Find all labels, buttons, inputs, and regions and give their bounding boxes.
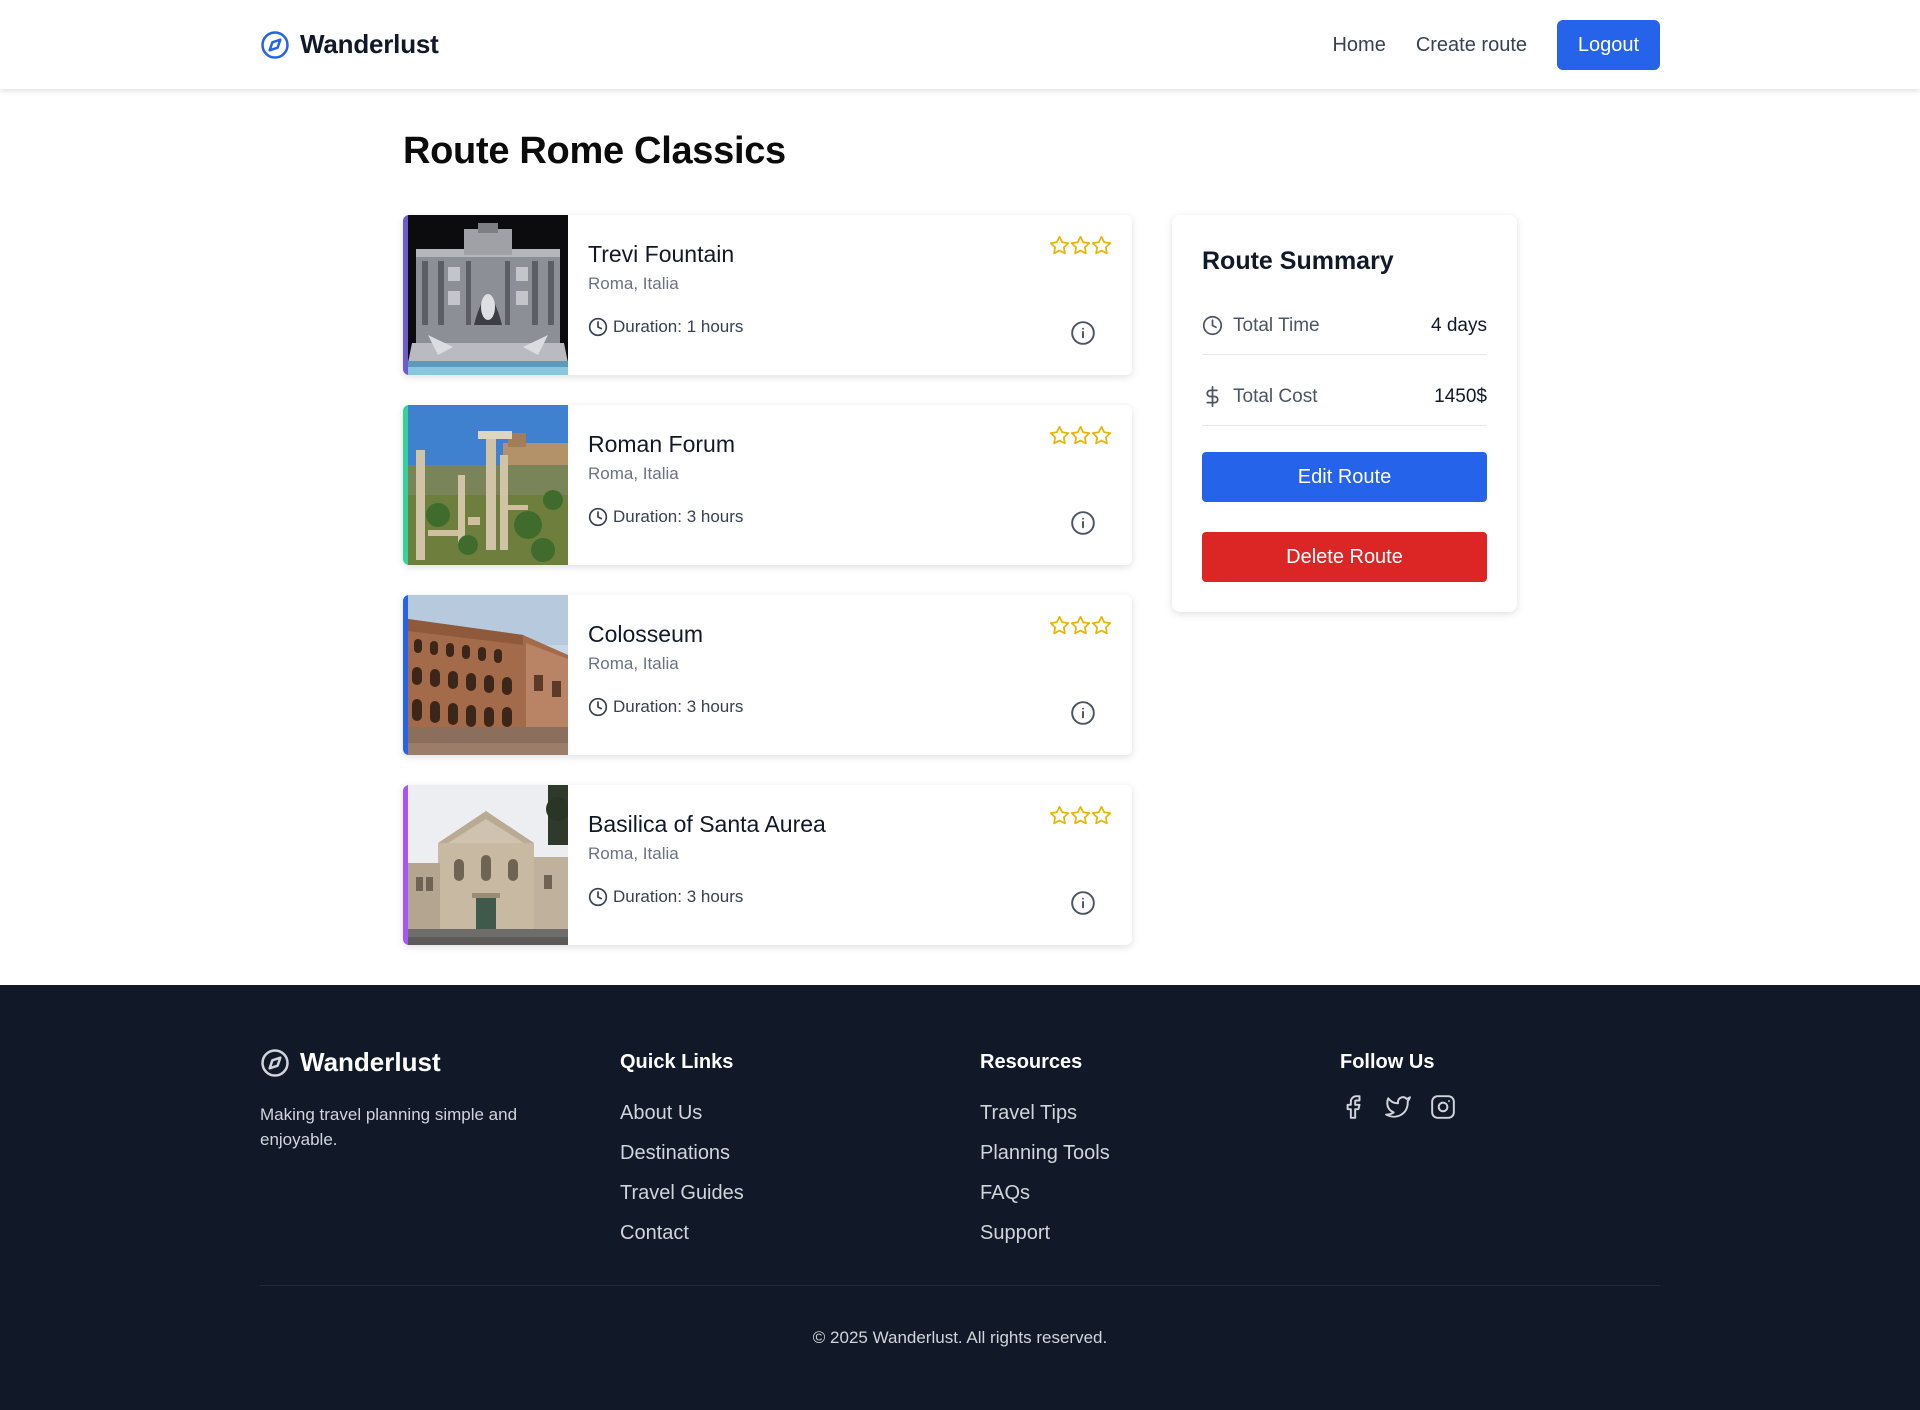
star-icon[interactable] bbox=[1049, 615, 1070, 636]
star-icon[interactable] bbox=[1070, 235, 1091, 256]
footer-resources: Resources Travel Tips Planning Tools FAQ… bbox=[980, 1051, 1110, 1262]
footer-quick-links: Quick Links About Us Destinations Travel… bbox=[620, 1051, 744, 1262]
footer-tagline: Making travel planning simple and enjoya… bbox=[260, 1105, 518, 1149]
nav-create-route[interactable]: Create route bbox=[1416, 34, 1527, 57]
star-icon[interactable] bbox=[1091, 235, 1112, 256]
footer-link-destinations[interactable]: Destinations bbox=[620, 1142, 744, 1182]
star-rating[interactable] bbox=[1049, 425, 1112, 446]
footer-link-planning-tools[interactable]: Planning Tools bbox=[980, 1142, 1110, 1182]
footer-link-contact[interactable]: Contact bbox=[620, 1222, 744, 1262]
twitter-icon[interactable] bbox=[1385, 1094, 1411, 1120]
social-links bbox=[1340, 1094, 1475, 1120]
footer-link-travel-tips[interactable]: Travel Tips bbox=[980, 1102, 1110, 1142]
clock-icon bbox=[1202, 315, 1223, 336]
stop-duration: Duration: 1 hours bbox=[588, 317, 743, 337]
star-icon[interactable] bbox=[1091, 425, 1112, 446]
footer-link-travel-guides[interactable]: Travel Guides bbox=[620, 1182, 744, 1222]
stop-duration-text: Duration: 1 hours bbox=[613, 317, 744, 336]
stop-card[interactable]: Colosseum Roma, Italia Duration: 3 hours bbox=[403, 595, 1132, 755]
stop-location: Roma, Italia bbox=[588, 844, 679, 863]
clock-icon bbox=[588, 317, 608, 337]
compass-icon bbox=[261, 1048, 289, 1077]
clock-icon bbox=[588, 887, 608, 907]
summary-title: Route Summary bbox=[1202, 247, 1394, 275]
route-summary-card: Route Summary Total Time 4 days Total Co… bbox=[1172, 215, 1517, 612]
footer-link-faqs[interactable]: FAQs bbox=[980, 1182, 1110, 1222]
total-cost-label: Total Cost bbox=[1233, 385, 1318, 407]
stop-photo-roman-forum bbox=[408, 405, 568, 565]
total-time-label: Total Time bbox=[1233, 314, 1320, 336]
star-icon[interactable] bbox=[1091, 615, 1112, 636]
resources-title: Resources bbox=[980, 1051, 1083, 1073]
stop-card[interactable]: Trevi Fountain Roma, Italia Duration: 1 … bbox=[403, 215, 1132, 375]
delete-route-button[interactable]: Delete Route bbox=[1202, 532, 1487, 582]
stop-duration-text: Duration: 3 hours bbox=[613, 507, 744, 526]
stop-location: Roma, Italia bbox=[588, 464, 679, 483]
star-rating[interactable] bbox=[1049, 235, 1112, 256]
total-cost-value: 1450$ bbox=[1434, 385, 1487, 407]
star-icon[interactable] bbox=[1091, 805, 1112, 826]
stop-name: Colosseum bbox=[588, 621, 704, 647]
brand-name: Wanderlust bbox=[300, 29, 439, 59]
stop-photo-colosseum bbox=[408, 595, 568, 755]
star-icon[interactable] bbox=[1070, 805, 1091, 826]
stop-card[interactable]: Roman Forum Roma, Italia Duration: 3 hou… bbox=[403, 405, 1132, 565]
footer-brand-name: Wanderlust bbox=[300, 1047, 441, 1077]
star-icon[interactable] bbox=[1049, 425, 1070, 446]
stop-duration: Duration: 3 hours bbox=[588, 507, 743, 527]
stop-duration-text: Duration: 3 hours bbox=[613, 697, 744, 716]
stop-name: Trevi Fountain bbox=[588, 241, 735, 267]
info-icon[interactable] bbox=[1070, 510, 1096, 536]
page-title: Route Rome Classics bbox=[403, 130, 786, 172]
star-rating[interactable] bbox=[1049, 805, 1112, 826]
logout-button[interactable]: Logout bbox=[1557, 20, 1660, 70]
stop-photo-basilica-of-santa-aurea bbox=[408, 785, 568, 945]
total-time-value: 4 days bbox=[1431, 314, 1487, 336]
stop-duration: Duration: 3 hours bbox=[588, 697, 743, 717]
stop-photo-trevi-fountain bbox=[408, 215, 568, 375]
info-icon[interactable] bbox=[1070, 700, 1096, 726]
quick-links-title: Quick Links bbox=[620, 1051, 734, 1073]
footer-link-support[interactable]: Support bbox=[980, 1222, 1110, 1262]
footer-link-about-us[interactable]: About Us bbox=[620, 1102, 744, 1142]
stop-location: Roma, Italia bbox=[588, 654, 679, 673]
top-navbar: Wanderlust Home Create route Logout bbox=[0, 0, 1920, 89]
brand-logo[interactable]: Wanderlust bbox=[260, 29, 439, 60]
instagram-icon[interactable] bbox=[1430, 1094, 1456, 1120]
star-icon[interactable] bbox=[1070, 425, 1091, 446]
stop-location: Roma, Italia bbox=[588, 274, 679, 293]
total-time-row: Total Time 4 days bbox=[1202, 297, 1487, 355]
footer-divider bbox=[260, 1285, 1660, 1286]
follow-us-title: Follow Us bbox=[1340, 1051, 1435, 1073]
nav-home[interactable]: Home bbox=[1332, 34, 1385, 57]
clock-icon bbox=[588, 697, 608, 717]
star-rating[interactable] bbox=[1049, 615, 1112, 636]
stop-card[interactable]: Basilica of Santa Aurea Roma, Italia Dur… bbox=[403, 785, 1132, 945]
info-icon[interactable] bbox=[1070, 320, 1096, 346]
copyright: © 2025 Wanderlust. All rights reserved. bbox=[812, 1328, 1108, 1347]
stop-name: Roman Forum bbox=[588, 431, 735, 457]
main-nav: Home Create route Logout bbox=[1332, 20, 1660, 70]
stop-duration-text: Duration: 3 hours bbox=[613, 887, 744, 906]
total-cost-row: Total Cost 1450$ bbox=[1202, 368, 1487, 426]
star-icon[interactable] bbox=[1070, 615, 1091, 636]
star-icon[interactable] bbox=[1049, 235, 1070, 256]
footer-brand[interactable]: Wanderlust bbox=[260, 1047, 441, 1078]
stop-name: Basilica of Santa Aurea bbox=[588, 811, 826, 837]
stop-duration: Duration: 3 hours bbox=[588, 887, 743, 907]
site-footer: Wanderlust Making travel planning simple… bbox=[0, 985, 1920, 1410]
compass-icon bbox=[261, 30, 289, 59]
facebook-icon[interactable] bbox=[1340, 1094, 1366, 1120]
clock-icon bbox=[588, 507, 608, 527]
edit-route-button[interactable]: Edit Route bbox=[1202, 452, 1487, 502]
star-icon[interactable] bbox=[1049, 805, 1070, 826]
info-icon[interactable] bbox=[1070, 890, 1096, 916]
dollar-icon bbox=[1206, 386, 1219, 407]
